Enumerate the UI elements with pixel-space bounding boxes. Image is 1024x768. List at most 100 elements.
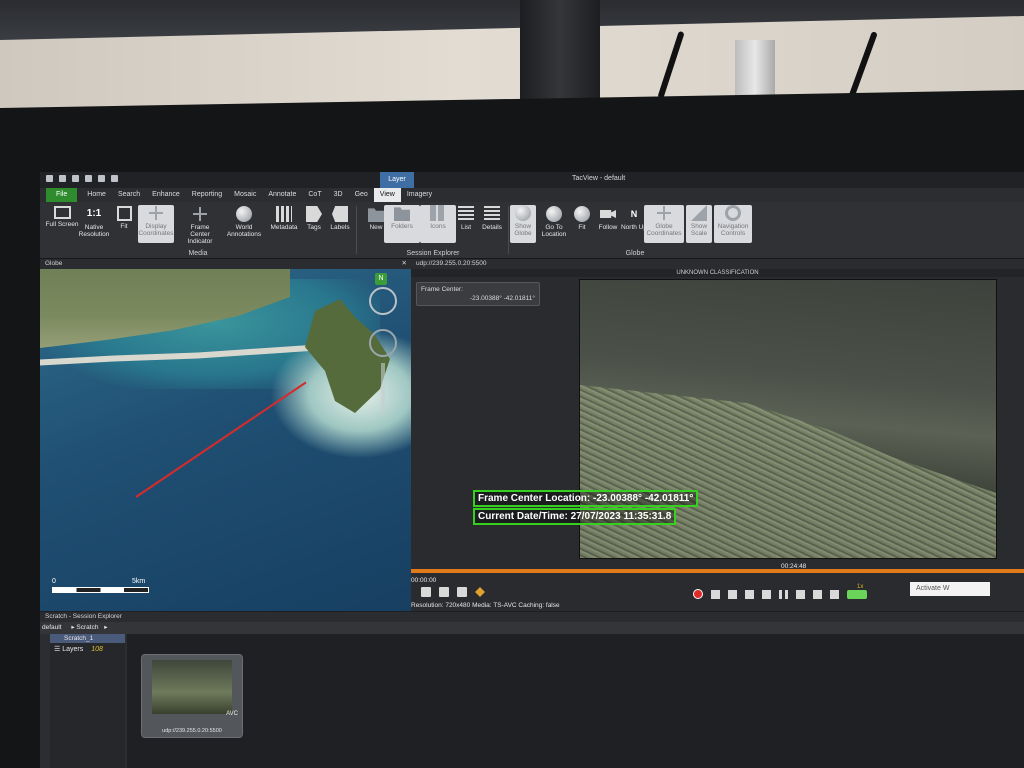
menu-search[interactable]: Search <box>112 188 146 202</box>
frame-center-value: -23.00388° -42.01811° <box>469 295 535 302</box>
tilt-control[interactable] <box>369 329 397 357</box>
playback-controls <box>693 589 867 599</box>
globe-panel-header: Globe ✕ <box>40 259 411 269</box>
menu-reporting[interactable]: Reporting <box>186 188 228 202</box>
folder-icon[interactable] <box>111 175 118 182</box>
step-forward-button[interactable] <box>796 589 805 599</box>
folder-icon <box>394 207 410 221</box>
save-icon[interactable] <box>98 175 105 182</box>
context-tab-layer[interactable]: Layer <box>380 172 414 188</box>
menu-3d[interactable]: 3D <box>328 188 349 202</box>
compass-control[interactable] <box>369 287 397 315</box>
menu-geo[interactable]: Geo <box>349 188 374 202</box>
monitor-icon <box>53 206 71 219</box>
film-icon <box>276 206 292 222</box>
ribbon-group-session-explorer: New Folders Icons List Details Session E… <box>358 202 508 258</box>
menu-enhance[interactable]: Enhance <box>146 188 186 202</box>
label-icon <box>332 206 348 222</box>
back-icon[interactable] <box>59 175 66 182</box>
add-icon[interactable] <box>85 175 92 182</box>
display-coordinates-button[interactable]: Display Coordinates <box>138 205 174 243</box>
menu-file[interactable]: File <box>46 188 78 202</box>
start-time: 00:00:00 <box>411 577 437 584</box>
world-annotations-button[interactable]: World Annotations <box>226 206 262 238</box>
title-bar: Layer TacView - default <box>40 172 1024 188</box>
fit-button[interactable]: Fit <box>106 206 142 230</box>
frame-center-title: Frame Center: <box>421 286 463 293</box>
chevron-right-icon: ▸ <box>104 624 108 631</box>
layers-icon: ☰ <box>54 646 61 653</box>
window-title: TacView - default <box>572 175 626 182</box>
globe-fit-icon <box>574 206 590 222</box>
folders-button[interactable]: Folders <box>384 205 420 243</box>
scale-end-label: 5km <box>132 578 146 585</box>
camera-icon <box>600 210 616 218</box>
globe-icon <box>546 206 562 222</box>
menu-home[interactable]: Home <box>81 188 112 202</box>
playback-speed: 1x <box>857 584 864 590</box>
fast-forward-button[interactable] <box>830 589 839 599</box>
adjust-icon[interactable] <box>439 587 449 597</box>
move-icon[interactable] <box>475 587 485 597</box>
globe-map[interactable]: N 0 5km <box>40 269 411 611</box>
clip-icon[interactable] <box>711 589 720 599</box>
menu-cot[interactable]: CoT <box>302 188 327 202</box>
menu-bar: File Home Search Enhance Reporting Mosai… <box>40 188 1024 202</box>
tree-root[interactable]: Scratch_1 <box>50 634 125 643</box>
details-icon <box>484 206 500 222</box>
pause-button[interactable] <box>779 589 788 599</box>
labels-button[interactable]: Labels <box>322 206 358 231</box>
menu-mosaic[interactable]: Mosaic <box>228 188 262 202</box>
globe-coordinates-button[interactable]: Globe Coordinates <box>644 205 684 243</box>
chevron-right-icon: ▸ <box>71 624 75 631</box>
skip-end-button[interactable] <box>813 589 822 599</box>
full-screen-button[interactable]: Full Screen <box>44 206 80 228</box>
video-player: UNKNOWN CLASSIFICATION Frame Center: -23… <box>411 269 1024 611</box>
skip-start-button[interactable] <box>745 589 754 599</box>
globe-icon <box>236 206 252 222</box>
wall-bracket <box>735 40 775 100</box>
app-window: Layer TacView - default File Home Search… <box>40 172 1024 768</box>
frame-center-location-overlay: Frame Center Location: -23.00388° -42.01… <box>473 490 699 507</box>
close-icon[interactable]: ✕ <box>402 259 407 269</box>
timeline-scrubber[interactable] <box>411 569 1024 573</box>
grid-icon <box>430 205 446 221</box>
menu-annotate[interactable]: Annotate <box>262 188 302 202</box>
navigation-controls-button[interactable]: Navigation Controls <box>714 205 752 243</box>
show-globe-button[interactable]: Show Globe <box>510 205 536 243</box>
explorer-content: AVC udp://239.255.0.20:5500 <box>127 634 1024 768</box>
step-back-button[interactable] <box>762 589 771 599</box>
lock-icon[interactable] <box>457 587 467 597</box>
breadcrumb-root[interactable]: default <box>42 624 62 631</box>
breadcrumb-item[interactable]: Scratch <box>76 624 98 631</box>
globe-panel-title: Globe <box>45 260 63 267</box>
snapshot-icon[interactable] <box>421 587 431 597</box>
new-icon <box>368 208 384 222</box>
north-badge[interactable]: N <box>375 273 387 285</box>
group-label-media: Media <box>188 250 208 257</box>
crosshair-icon <box>148 205 164 221</box>
ribbon-separator <box>508 206 509 254</box>
video-panel-title: udp://239.255.0.20:5500 <box>416 260 487 267</box>
classification-banner: UNKNOWN CLASSIFICATION <box>411 269 1024 277</box>
zoom-slider[interactable] <box>381 363 385 413</box>
explorer-header: Scratch - Session Explorer <box>40 612 1024 622</box>
media-item-name: udp://239.255.0.20:5500 <box>162 728 222 734</box>
scale-icon <box>691 205 707 221</box>
quick-access-toolbar <box>46 175 118 182</box>
explorer-breadcrumb: default ▸ Scratch ▸ <box>40 622 1024 634</box>
fit-icon <box>116 206 132 221</box>
menu-imagery[interactable]: Imagery <box>401 188 438 202</box>
menu-view[interactable]: View <box>373 188 401 202</box>
media-item-thumbnail[interactable]: AVC udp://239.255.0.20:5500 <box>141 654 243 738</box>
forward-icon[interactable] <box>72 175 79 182</box>
app-menu-icon[interactable] <box>46 175 53 182</box>
rewind-button[interactable] <box>728 589 737 599</box>
show-scale-button[interactable]: Show Scale <box>686 205 712 243</box>
record-button[interactable] <box>693 589 703 599</box>
frame-center-indicator-button[interactable]: Frame Center Indicator <box>182 206 218 245</box>
details-button[interactable]: Details <box>474 206 510 231</box>
terrain-image <box>580 385 996 558</box>
tree-layers-item[interactable]: ☰ Layers 108 <box>54 645 103 653</box>
live-button[interactable] <box>847 589 867 599</box>
